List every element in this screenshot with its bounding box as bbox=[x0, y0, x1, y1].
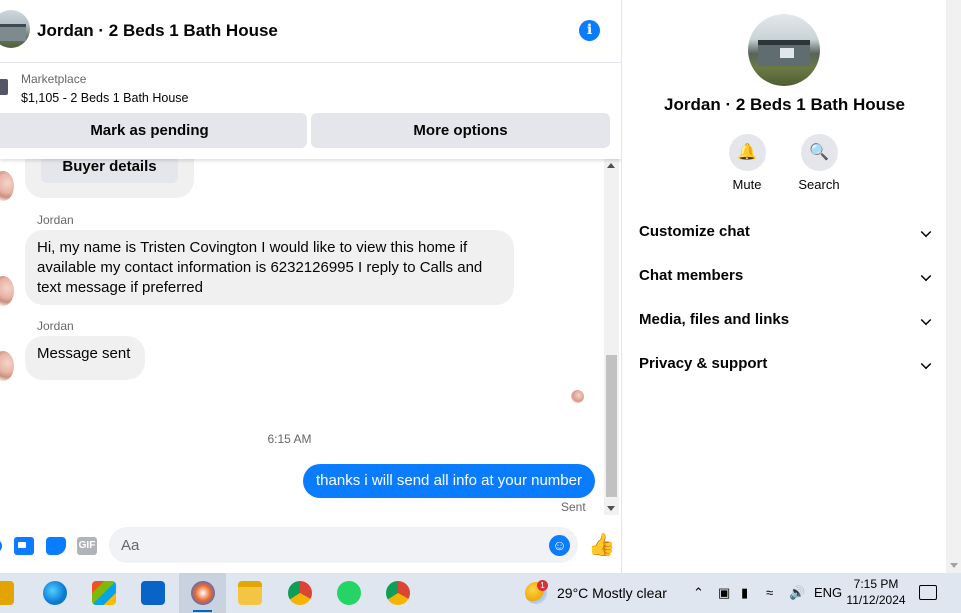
message-composer: GIF ☺ 👍 bbox=[0, 515, 621, 573]
clock-date: 11/12/2024 bbox=[846, 593, 906, 607]
bell-icon[interactable]: 🔔 bbox=[728, 134, 766, 171]
marketplace-label: Marketplace bbox=[21, 72, 87, 86]
outgoing-message[interactable]: thanks i will send all info at your numb… bbox=[303, 464, 595, 498]
message-timestamp: 6:15 AM bbox=[267, 432, 312, 446]
store-icon[interactable] bbox=[92, 581, 116, 605]
message-scrollbar[interactable] bbox=[604, 159, 619, 515]
mark-as-pending-button[interactable]: Mark as pending bbox=[0, 113, 307, 148]
sent-status: Sent bbox=[561, 500, 586, 514]
weather-widget[interactable]: 29°C Mostly clear bbox=[557, 585, 667, 601]
info-icon[interactable]: i bbox=[579, 20, 600, 41]
thumbs-up-icon[interactable]: 👍 bbox=[588, 532, 615, 558]
mute-action[interactable]: 🔔 Mute bbox=[707, 134, 787, 192]
chat-panel: Jordan · 2 Beds 1 Bath House i Marketpla… bbox=[0, 0, 622, 573]
sender-avatar[interactable] bbox=[0, 351, 14, 381]
chevron-down-icon[interactable] bbox=[920, 226, 932, 238]
search-action[interactable]: 🔍 Search bbox=[779, 134, 859, 192]
sender-avatar[interactable] bbox=[0, 171, 14, 201]
media-files-links-section[interactable]: Media, files and links bbox=[639, 311, 932, 335]
notification-icon[interactable] bbox=[919, 585, 937, 600]
meet-now-icon[interactable]: ▣ bbox=[718, 585, 730, 601]
page-scrollbar[interactable] bbox=[946, 0, 961, 573]
weather-temperature: 29°C bbox=[557, 585, 589, 601]
privacy-support-section[interactable]: Privacy & support bbox=[639, 355, 932, 379]
chrome-profile-icon[interactable] bbox=[386, 581, 410, 605]
chevron-down-icon[interactable] bbox=[920, 314, 932, 326]
section-label: Media, files and links bbox=[639, 311, 790, 328]
listing-title[interactable]: $1,105 - 2 Beds 1 Bath House bbox=[21, 91, 188, 105]
chat-title[interactable]: Jordan · 2 Beds 1 Bath House bbox=[37, 21, 278, 41]
whatsapp-icon[interactable] bbox=[337, 581, 361, 605]
speaker-icon[interactable]: 🔊 bbox=[789, 585, 805, 601]
message-sender: Jordan bbox=[37, 319, 74, 333]
sticker-icon[interactable] bbox=[46, 537, 66, 555]
messenger-window: Jordan · 2 Beds 1 Bath House i Marketpla… bbox=[0, 0, 961, 573]
buyer-details-button[interactable]: Buyer details bbox=[41, 159, 178, 183]
search-label: Search bbox=[798, 177, 840, 192]
scroll-down-arrow-icon[interactable] bbox=[950, 563, 958, 568]
chevron-down-icon[interactable] bbox=[920, 358, 932, 370]
mute-label: Mute bbox=[732, 177, 762, 192]
emoji-icon[interactable]: ☺ bbox=[549, 535, 570, 556]
customize-chat-section[interactable]: Customize chat bbox=[639, 223, 932, 247]
section-label: Customize chat bbox=[639, 223, 750, 240]
message-input[interactable] bbox=[109, 527, 578, 563]
conversation-avatar bbox=[748, 14, 820, 86]
chat-members-section[interactable]: Chat members bbox=[639, 267, 932, 291]
scroll-thumb[interactable] bbox=[606, 355, 617, 497]
incoming-message[interactable]: Hi, my name is Tristen Covington I would… bbox=[25, 230, 514, 305]
conversation-info-panel: Jordan · 2 Beds 1 Bath House 🔔 Mute 🔍 Se… bbox=[623, 0, 946, 573]
read-receipt-avatar bbox=[571, 390, 584, 403]
more-options-button[interactable]: More options bbox=[311, 113, 610, 148]
photo-icon[interactable] bbox=[14, 537, 34, 555]
conversation-name: Jordan · 2 Beds 1 Bath House bbox=[664, 95, 905, 114]
weather-badge: 1 bbox=[537, 580, 548, 591]
chat-header: Jordan · 2 Beds 1 Bath House i bbox=[0, 0, 621, 63]
section-label: Privacy & support bbox=[639, 355, 768, 372]
chrome-icon[interactable] bbox=[288, 581, 312, 605]
edge-icon[interactable] bbox=[43, 581, 67, 605]
chevron-down-icon[interactable] bbox=[920, 270, 932, 282]
message-list: Buyer details Jordan Hi, my name is Tris… bbox=[0, 159, 604, 515]
file-explorer-icon[interactable] bbox=[238, 581, 262, 605]
chevron-up-icon[interactable]: ⌃ bbox=[693, 585, 704, 601]
app-icon[interactable] bbox=[0, 581, 14, 605]
incoming-message[interactable]: Message sent bbox=[25, 336, 145, 380]
messenger-app-icon[interactable] bbox=[191, 581, 215, 605]
scroll-up-arrow-icon[interactable] bbox=[607, 163, 615, 168]
more-actions-icon[interactable] bbox=[0, 539, 2, 553]
message-sender: Jordan bbox=[37, 213, 74, 227]
outlook-icon[interactable] bbox=[141, 581, 165, 605]
chat-avatar[interactable] bbox=[0, 10, 30, 48]
clock-time: 7:15 PM bbox=[853, 577, 899, 591]
search-icon[interactable]: 🔍 bbox=[800, 134, 838, 171]
gif-icon[interactable]: GIF bbox=[77, 537, 97, 555]
scroll-down-arrow-icon[interactable] bbox=[607, 506, 615, 511]
wifi-icon[interactable]: ≈ bbox=[766, 585, 773, 600]
section-label: Chat members bbox=[639, 267, 744, 284]
weather-description: Mostly clear bbox=[592, 585, 667, 601]
battery-icon[interactable]: ▮ bbox=[741, 585, 748, 601]
system-clock[interactable]: 7:15 PM 11/12/2024 bbox=[836, 576, 916, 608]
marketplace-banner: Marketplace $1,105 - 2 Beds 1 Bath House… bbox=[0, 63, 621, 159]
house-window bbox=[780, 48, 794, 58]
windows-taskbar: 1 29°C Mostly clear ⌃ ▣ ▮ ≈ 🔊 ENG 7:15 P… bbox=[0, 573, 961, 613]
sender-avatar[interactable] bbox=[0, 276, 14, 306]
listing-thumbnail bbox=[0, 79, 8, 95]
